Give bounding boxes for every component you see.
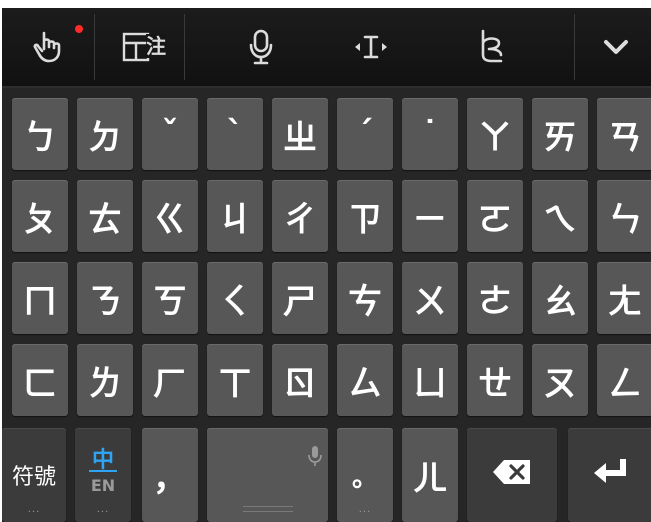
notification-dot	[75, 25, 83, 33]
key-eh[interactable]: ㄝ	[467, 344, 523, 416]
key-a[interactable]: ㄚ	[467, 98, 523, 170]
key-zh[interactable]: ㄓ	[272, 98, 328, 170]
key-k[interactable]: ㄎ	[142, 262, 198, 334]
key-f[interactable]: ㄈ	[12, 344, 68, 416]
key-eng[interactable]: ㄥ	[597, 344, 651, 416]
period-label: 。	[351, 462, 378, 493]
backspace-icon	[492, 455, 532, 495]
key-n[interactable]: ㄋ	[77, 262, 133, 334]
key-e[interactable]: ㄜ	[467, 262, 523, 334]
microphone-icon[interactable]	[228, 8, 294, 86]
backspace-key[interactable]	[467, 428, 557, 522]
key-x[interactable]: ㄒ	[207, 344, 263, 416]
key-s[interactable]: ㄙ	[337, 344, 393, 416]
keyboard: 注 ㄅ ㄉ ˇ ˋ ㄓ ˊ ˙ ㄚ ㄞ ㄢ ㄆ ㄊ ㄍ ㄐ ㄔ ㄗ ㄧ ㄛ ㄟ …	[2, 8, 651, 522]
key-d[interactable]: ㄉ	[77, 98, 133, 170]
enter-key[interactable]	[568, 428, 651, 522]
key-b[interactable]: ㄅ	[12, 98, 68, 170]
key-c[interactable]: ㄘ	[337, 262, 393, 334]
key-m[interactable]: ㄇ	[12, 262, 68, 334]
key-i[interactable]: ㄧ	[402, 180, 458, 252]
key-o[interactable]: ㄛ	[467, 180, 523, 252]
key-tone-neutral[interactable]: ˙	[402, 98, 458, 170]
toolbar-divider	[94, 14, 95, 80]
toolbar-divider	[574, 14, 575, 80]
zhuyin-layout-icon[interactable]: 注	[108, 8, 180, 86]
key-sh[interactable]: ㄕ	[272, 262, 328, 334]
key-u[interactable]: ㄨ	[402, 262, 458, 334]
key-er[interactable]: ㄦ	[402, 428, 458, 522]
key-t[interactable]: ㄊ	[77, 180, 133, 252]
key-z[interactable]: ㄗ	[337, 180, 393, 252]
key-tone-3[interactable]: ˇ	[142, 98, 198, 170]
chevron-down-icon[interactable]	[586, 8, 646, 86]
key-g[interactable]: ㄍ	[142, 180, 198, 252]
key-j[interactable]: ㄐ	[207, 180, 263, 252]
toolbar-divider	[184, 14, 185, 80]
enter-icon	[593, 455, 631, 495]
layout-label: 注	[146, 34, 166, 58]
key-ei[interactable]: ㄟ	[532, 180, 588, 252]
key-tone-2[interactable]: ˊ	[337, 98, 393, 170]
key-an[interactable]: ㄢ	[597, 98, 651, 170]
key-ang[interactable]: ㄤ	[597, 262, 651, 334]
symbols-key[interactable]: 符號 ···	[2, 428, 66, 522]
hand-pointer-icon[interactable]	[16, 8, 82, 86]
key-en[interactable]: ㄣ	[597, 180, 651, 252]
key-ai[interactable]: ㄞ	[532, 98, 588, 170]
comma-key[interactable]: ，	[142, 428, 198, 522]
text-cursor-icon[interactable]	[338, 8, 404, 86]
keyboard-toolbar: 注	[2, 8, 651, 88]
handwriting-icon[interactable]	[458, 8, 524, 86]
key-ch[interactable]: ㄔ	[272, 180, 328, 252]
key-yu[interactable]: ㄩ	[402, 344, 458, 416]
key-q[interactable]: ㄑ	[207, 262, 263, 334]
key-ao[interactable]: ㄠ	[532, 262, 588, 334]
symbols-label: 符號	[11, 465, 56, 490]
space-key[interactable]	[207, 428, 328, 522]
space-bar-icon	[243, 506, 293, 512]
key-l[interactable]: ㄌ	[77, 344, 133, 416]
key-tone-4[interactable]: ˋ	[207, 98, 263, 170]
more-indicator: ···	[96, 507, 110, 518]
key-h[interactable]: ㄏ	[142, 344, 198, 416]
key-ou[interactable]: ㄡ	[532, 344, 588, 416]
language-switch-key[interactable]: 中 EN ···	[75, 428, 131, 522]
mode-indicator	[89, 470, 117, 472]
key-p[interactable]: ㄆ	[12, 180, 68, 252]
more-indicator: ···	[27, 507, 41, 518]
more-indicator: ···	[358, 507, 372, 518]
key-r[interactable]: ㄖ	[272, 344, 328, 416]
microphone-icon	[308, 436, 322, 476]
period-key[interactable]: 。 ···	[337, 428, 393, 522]
mode-english-label: EN	[90, 476, 116, 495]
